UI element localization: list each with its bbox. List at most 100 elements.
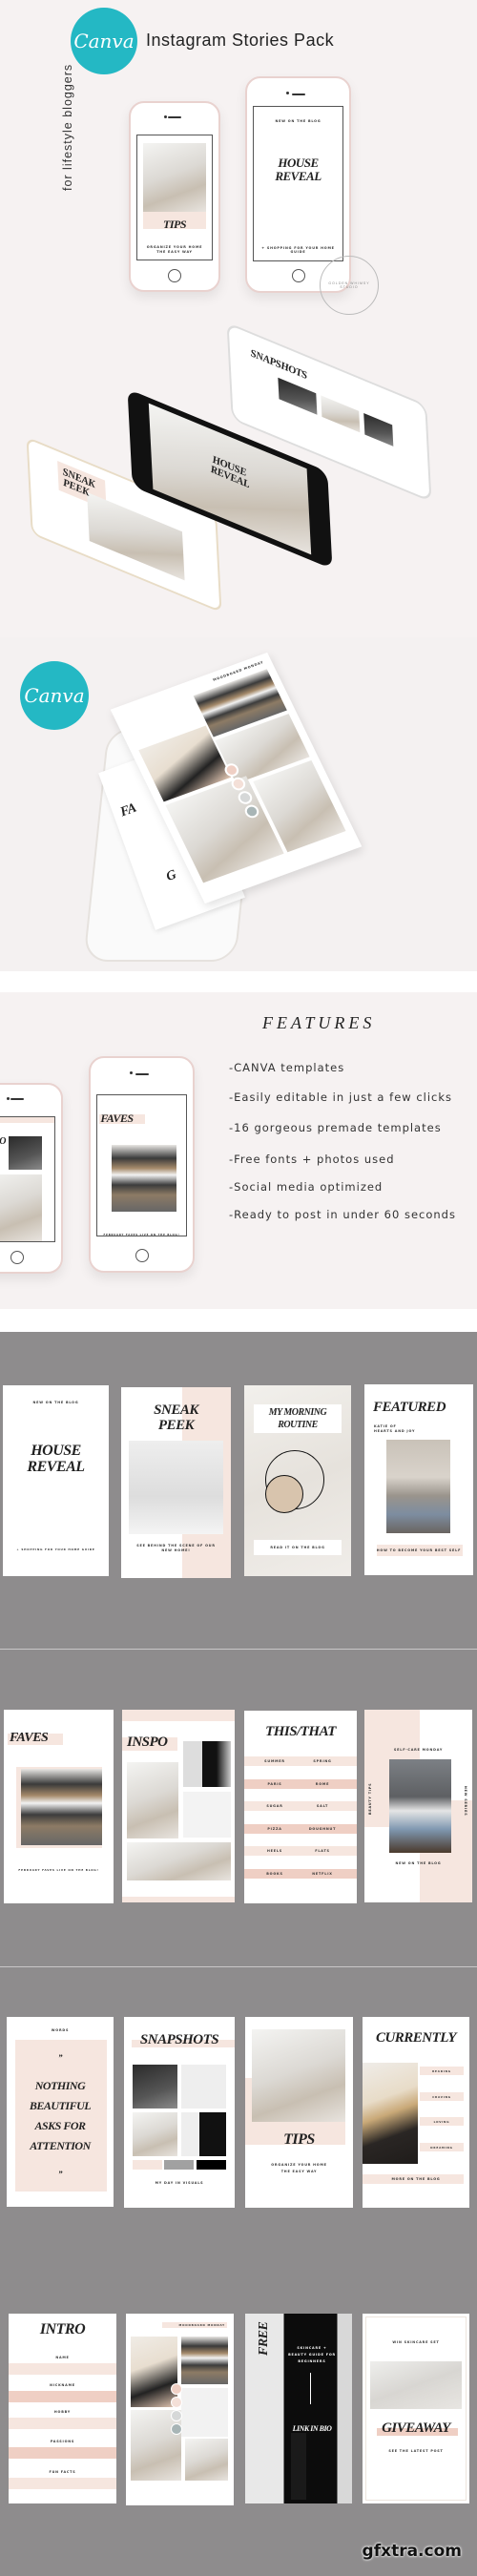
card-top-label: WORDS xyxy=(51,2028,70,2032)
intro-field[interactable] xyxy=(9,2478,116,2489)
phone-title: HOUSE REVEAL xyxy=(275,155,321,183)
card-top-label: MOODBOARD MONDAY xyxy=(178,2323,225,2327)
photo xyxy=(181,2388,228,2437)
intro-field[interactable] xyxy=(9,2418,116,2429)
card-title: INTRO xyxy=(39,2321,86,2337)
photo xyxy=(131,2337,177,2407)
currently-item: READING xyxy=(432,2069,451,2073)
template-card-tips[interactable]: TIPS ORGANIZE YOUR HOME THE EASY WAY xyxy=(245,2017,353,2208)
photo xyxy=(321,395,361,433)
template-row-4: INTRO NAME NICKNAME HOBBY PASSIONS FUN FACTS… xyxy=(0,2314,477,2514)
card-bottom-label: HOW TO BECOME YOUR BEST SELF xyxy=(376,1548,462,1552)
feature-item: -Easily editable in just a few clicks xyxy=(229,1091,453,1104)
template-card-moodboard[interactable]: MOODBOARD MONDAY xyxy=(126,2314,234,2505)
template-card-currently[interactable]: CURRENTLY READING CRAVING LOVING DREAMING M… xyxy=(363,2017,469,2208)
blush-block xyxy=(0,1117,55,1124)
card-top-label: NEW ON THE BLOG xyxy=(32,1401,79,1404)
canva-logo: Canva xyxy=(71,8,137,74)
photo xyxy=(127,1762,178,1839)
template-row-2: FAVES FEBRUARY FAVES LIVE ON THE BLOG! I… xyxy=(0,1710,477,1910)
card-bottom-label: FEBRUARY FAVES LIVE ON THE BLOG! xyxy=(18,1868,99,1872)
feature-item: -CANVA templates xyxy=(229,1061,345,1074)
swatch xyxy=(197,2160,226,2170)
speaker-icon xyxy=(168,115,181,118)
this-that-option: PIZZA xyxy=(267,1826,282,1831)
photo xyxy=(252,2029,345,2122)
photo xyxy=(183,1792,231,1838)
photo xyxy=(181,2065,226,2109)
photo xyxy=(181,2337,228,2384)
phone-title: INSPO xyxy=(0,1136,7,1147)
intro-field-label: NICKNAME xyxy=(50,2383,75,2387)
template-card-intro[interactable]: INTRO NAME NICKNAME HOBBY PASSIONS FUN FACTS xyxy=(9,2314,116,2503)
row-divider xyxy=(0,1966,477,1967)
feature-item: -Free fonts + photos used xyxy=(229,1153,395,1166)
divider-line xyxy=(310,2373,311,2404)
card-vertical-title: FREE xyxy=(257,2321,271,2356)
phone-mockup-inspo: INSPO xyxy=(0,1083,63,1274)
template-card-self-care[interactable]: SELF-CARE MONDAY BEAUTY TIPS NEW SERIES … xyxy=(364,1710,472,1902)
back-card-letter: FA xyxy=(118,800,138,821)
quote-mark: ” xyxy=(58,2170,63,2179)
template-card-this-that[interactable]: THIS/THAT SUMMER SPRING PARIS ROME SUGAR SALT… xyxy=(244,1711,357,1903)
template-card-featured[interactable]: FEATURED KATIE OF HEARTS AND JOY HOW TO … xyxy=(364,1384,473,1575)
card-title: TIPS xyxy=(283,2131,315,2148)
template-card-free[interactable]: FREE SKINCARE + BEAUTY GUIDE FOR BEGINNE… xyxy=(245,2314,352,2503)
template-card-house-reveal[interactable]: NEW ON THE BLOG HOUSE REVEAL + SHOPPING … xyxy=(3,1385,109,1576)
card-title: SNEAK PEEK xyxy=(154,1402,198,1433)
vertical-tagline: for lifestyle bloggers xyxy=(61,63,74,191)
card-bottom-label: READ IT ON THE BLOG xyxy=(270,1546,325,1549)
template-card-morning-routine[interactable]: MY MORNING ROUTINE READ IT ON THE BLOG xyxy=(244,1385,351,1576)
currently-item: CRAVING xyxy=(432,2094,451,2099)
row-divider xyxy=(0,1649,477,1650)
photo xyxy=(87,491,185,581)
card-top-label: WIN SKINCARE SET xyxy=(392,2340,440,2344)
quote-text: NOTHING BEAUTIFUL ASKS FOR ATTENTION xyxy=(29,2079,92,2152)
intro-field[interactable] xyxy=(9,2447,116,2459)
this-that-option: SUMMER xyxy=(264,1759,285,1763)
studio-stamp: GOLDEN WHIMSY STUDIO xyxy=(320,256,379,315)
card-bottom-label: MORE ON THE BLOG xyxy=(391,2177,441,2181)
color-swatch xyxy=(171,2423,182,2435)
card-title: LINK IN BIO xyxy=(292,2424,332,2433)
this-that-option: PARIS xyxy=(267,1781,282,1786)
template-card-faves[interactable]: FAVES FEBRUARY FAVES LIVE ON THE BLOG! xyxy=(4,1710,114,1903)
this-that-option: SPRING xyxy=(313,1759,332,1763)
photo xyxy=(386,1440,450,1533)
photo xyxy=(133,2112,177,2156)
template-card-giveaway[interactable]: WIN SKINCARE SET GIVEAWAY SEE THE LATEST… xyxy=(363,2314,469,2503)
template-card-inspo[interactable]: INSPO xyxy=(122,1710,235,1902)
figure xyxy=(291,2433,306,2500)
card-text: SKINCARE + BEAUTY GUIDE FOR BEGINNERS xyxy=(288,2346,336,2363)
features-heading: FEATURES xyxy=(262,1013,376,1032)
intro-field-label: NAME xyxy=(55,2356,70,2359)
card-title: FAVES xyxy=(10,1731,49,1745)
photo xyxy=(363,412,394,447)
template-card-sneak-peek[interactable]: SNEAK PEEK SEE BEHIND THE SCENE OF OUR N… xyxy=(121,1387,231,1578)
camera-icon xyxy=(6,1096,10,1100)
camera-icon xyxy=(285,92,289,95)
phone-mockup-faves: FAVES FEBRUARY FAVES LIVE ON THE BLOG! xyxy=(89,1056,195,1273)
phone-subtitle: FEBRUARY FAVES LIVE ON THE BLOG! xyxy=(103,1233,180,1236)
camera-icon xyxy=(163,114,167,118)
swatch xyxy=(133,2160,162,2170)
card-title: SNAPSHOTS xyxy=(139,2032,219,2047)
intro-field[interactable] xyxy=(9,2391,116,2402)
card-title: THIS/THAT xyxy=(265,1724,336,1739)
this-that-option: HEELS xyxy=(266,1849,283,1853)
phone-title: TIPS xyxy=(162,218,187,232)
photo xyxy=(363,2063,418,2164)
photo xyxy=(21,1769,102,1845)
intro-field[interactable] xyxy=(9,2363,116,2375)
card-bottom-label: ORGANIZE YOUR HOME THE EASY WAY xyxy=(271,2163,327,2173)
card-bottom-label: + SHOPPING FOR YOUR HOME GUIDE xyxy=(16,1548,95,1551)
phone-mockup-tips: TIPS ORGANIZE YOUR HOME THE EASY WAY xyxy=(129,101,220,292)
this-that-option: BOOKS xyxy=(266,1871,283,1876)
this-that-option: SALT xyxy=(316,1804,329,1808)
template-card-words[interactable]: WORDS ” NOTHING BEAUTIFUL ASKS FOR ATTEN… xyxy=(7,2017,114,2207)
card-bottom-label: NEW ON THE BLOG xyxy=(395,1861,442,1865)
speaker-icon xyxy=(291,93,305,95)
card-title: INSPO xyxy=(127,1735,168,1750)
template-card-snapshots[interactable]: SNAPSHOTS MY DAY IN VISUALS xyxy=(124,2017,235,2208)
card-title: GIVEAWAY xyxy=(382,2420,450,2436)
